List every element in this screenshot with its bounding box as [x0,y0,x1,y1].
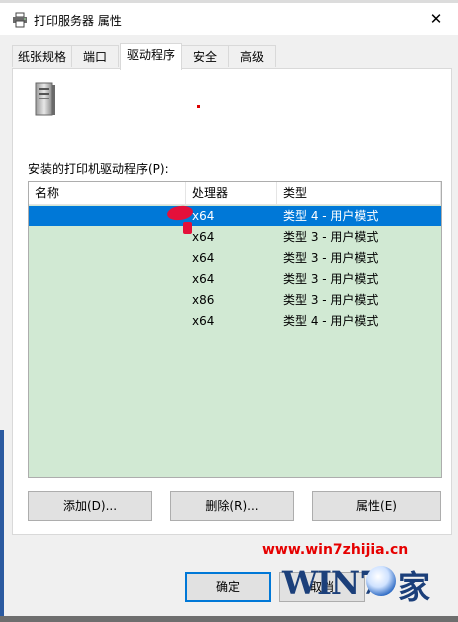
driver-properties-button[interactable]: 属性(E) [312,491,441,521]
tab-advanced[interactable]: 高级 [228,45,276,67]
table-row[interactable]: x64 类型 4 - 用户模式 [29,311,441,331]
tab-paper-size[interactable]: 纸张规格 [12,45,72,67]
column-header-processor[interactable]: 处理器 [186,182,276,204]
driver-type-cell: 类型 3 - 用户模式 [283,251,379,265]
drivers-panel: 安装的打印机驱动程序(P): 名称 处理器 类型 x64 类型 4 - 用户模式… [12,68,452,535]
table-row[interactable]: x64 类型 3 - 用户模式 [29,269,441,289]
printer-icon [13,12,27,28]
column-header-type[interactable]: 类型 [277,182,441,204]
logo-suffix: 家 [398,568,431,606]
driver-processor-cell: x64 [192,251,215,265]
close-button[interactable]: ✕ [414,3,458,35]
column-header-name[interactable]: 名称 [29,182,185,204]
redaction-scribble [183,222,192,234]
watermark-url: www.win7zhijia.cn [262,542,409,558]
add-driver-button[interactable]: 添加(D)... [28,491,152,521]
driver-processor-cell: x86 [192,293,215,307]
table-row[interactable]: x86 类型 3 - 用户模式 [29,290,441,310]
close-icon: ✕ [429,10,443,28]
driver-type-cell: 类型 3 - 用户模式 [283,293,379,307]
drivers-list-label: 安装的打印机驱动程序(P): [28,162,169,176]
redaction-mark [197,105,200,108]
table-row[interactable]: x64 类型 4 - 用户模式 [29,206,441,226]
remove-driver-button[interactable]: 删除(R)... [170,491,294,521]
table-row[interactable]: x64 类型 3 - 用户模式 [29,227,441,247]
column-separator[interactable] [440,182,441,204]
drivers-list[interactable]: 名称 处理器 类型 x64 类型 4 - 用户模式 x64 类型 3 - 用户模… [28,181,442,478]
watermark-logo: WIN7 家 [282,562,454,612]
driver-type-cell: 类型 3 - 用户模式 [283,230,379,244]
driver-type-cell: 类型 3 - 用户模式 [283,272,379,286]
list-header: 名称 处理器 类型 [29,182,441,205]
windows-orb-icon [366,566,396,596]
tab-drivers[interactable]: 驱动程序 [120,43,182,70]
tab-ports[interactable]: 端口 [71,45,119,67]
driver-type-cell: 类型 4 - 用户模式 [283,314,379,328]
tab-security[interactable]: 安全 [181,45,229,67]
driver-processor-cell: x64 [192,209,215,223]
redacted-server-name [87,81,217,117]
window-title: 打印服务器 属性 [34,14,122,28]
server-tower-icon [35,82,55,116]
driver-type-cell: 类型 4 - 用户模式 [283,209,379,223]
title-bar: 打印服务器 属性 ✕ [0,3,458,35]
taskbar-edge [0,616,458,622]
ok-button[interactable]: 确定 [185,572,271,602]
driver-processor-cell: x64 [192,272,215,286]
table-row[interactable]: x64 类型 3 - 用户模式 [29,248,441,268]
background-window-edge [0,430,4,616]
driver-processor-cell: x64 [192,230,215,244]
driver-processor-cell: x64 [192,314,215,328]
